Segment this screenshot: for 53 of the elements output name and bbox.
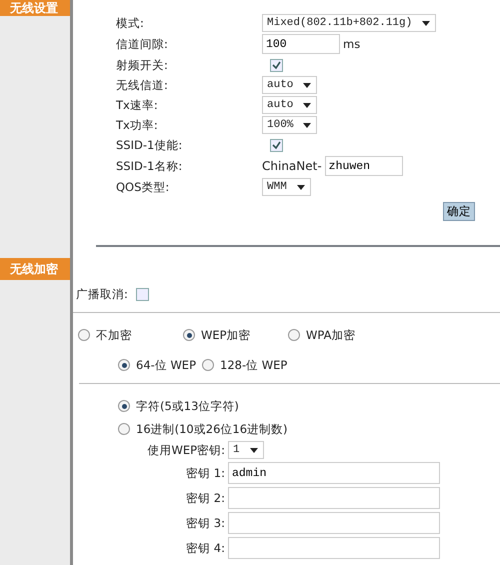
field-label: 密钥 3:	[185, 516, 226, 530]
caret-icon	[296, 184, 305, 190]
radio-label: WEP加密	[201, 328, 251, 342]
radio-button[interactable]	[183, 329, 195, 341]
radio-button[interactable]	[202, 359, 214, 371]
field-label: 无线信道:	[116, 77, 169, 94]
dropdown[interactable]: auto	[262, 76, 318, 94]
radio-button[interactable]	[78, 329, 90, 341]
field-label: Tx功率:	[116, 117, 159, 134]
radio-button[interactable]	[118, 359, 130, 371]
checkbox[interactable]	[136, 288, 149, 300]
key-field[interactable]	[228, 487, 440, 509]
input-field[interactable]: 100	[262, 34, 340, 54]
unit-label: ms	[343, 37, 360, 51]
field-label: Tx速率:	[116, 97, 159, 114]
checkbox[interactable]	[270, 58, 283, 72]
caret-icon	[250, 448, 258, 452]
field-label: 射频开关:	[116, 57, 169, 74]
dropdown[interactable]: auto	[262, 96, 318, 114]
key-field[interactable]: admin	[228, 462, 440, 484]
field-label: 密钥 2:	[185, 490, 226, 506]
radio-button[interactable]	[118, 423, 130, 435]
input-field[interactable]: zhuwen	[324, 156, 403, 176]
caret-icon	[303, 102, 312, 108]
field-label: 模式:	[116, 15, 145, 32]
field-label: QOS类型:	[116, 179, 170, 196]
field-label: 使用WEP密钥:	[146, 442, 226, 458]
checkbox[interactable]	[270, 138, 283, 152]
field-label: SSID-1名称:	[116, 158, 184, 175]
field-label: SSID-1使能:	[116, 137, 184, 154]
caret-icon	[303, 122, 312, 128]
field-label: 密钥 4:	[185, 540, 226, 556]
radio-label: 字符(5或13位字符)	[136, 398, 239, 414]
key-field[interactable]	[228, 537, 440, 559]
confirm-button[interactable]: 确定	[443, 202, 475, 221]
ssid-prefix: ChinaNet-	[262, 159, 322, 173]
caret-icon	[422, 20, 430, 26]
field-label: 密钥 1:	[185, 466, 226, 480]
radio-label: 不加密	[96, 328, 132, 342]
dropdown[interactable]: Mixed(802.11b+802.11g)	[262, 14, 436, 32]
field-label: 广播取消:	[76, 286, 128, 302]
field-label: 信道间隙:	[116, 36, 169, 53]
radio-button[interactable]	[288, 329, 300, 341]
radio-button[interactable]	[118, 400, 130, 412]
caret-icon	[303, 82, 312, 88]
radio-label: 16进制(10或26位16进制数)	[136, 422, 288, 436]
radio-label: WPA加密	[306, 328, 356, 342]
radio-label: 64-位 WEP	[136, 358, 196, 372]
dropdown[interactable]: 1	[228, 441, 264, 459]
dropdown[interactable]: 100%	[262, 116, 318, 134]
key-field[interactable]	[228, 512, 440, 534]
dropdown[interactable]: WMM	[262, 178, 311, 196]
radio-label: 128-位 WEP	[220, 358, 288, 372]
